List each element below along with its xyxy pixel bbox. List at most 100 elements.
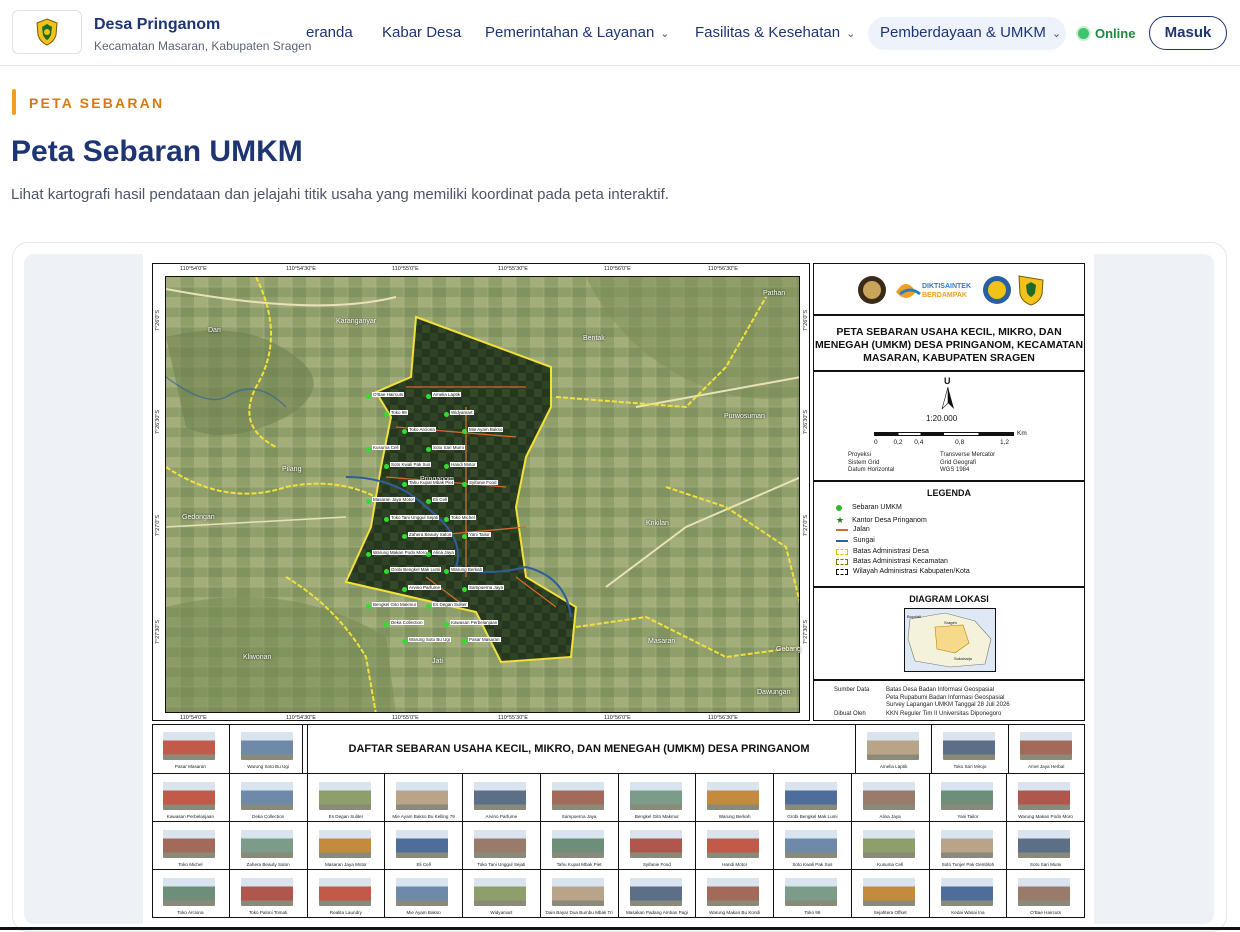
gallery-item: Toko Sari Mirojo: [932, 724, 1009, 774]
satellite-map-drawing: [166, 277, 799, 712]
umkm-photo-caption: Alina Jaya: [879, 814, 901, 819]
login-button[interactable]: Masuk: [1149, 16, 1227, 50]
umkm-point: [462, 534, 467, 539]
umkm-point: [384, 516, 389, 522]
brand-title[interactable]: Desa Pringanom: [94, 16, 220, 34]
map-title: PETA SEBARAN USAHA KECIL, MIKRO, DAN MEN…: [814, 326, 1084, 364]
nav-label: Pemberdayaan & UMKM: [880, 24, 1046, 41]
umkm-photo-caption: Soto Sari Mumi: [1029, 862, 1062, 867]
gallery-item: Kedai Wasai Ina: [929, 870, 1008, 918]
coord-top-label: 110°54'30"E: [286, 266, 316, 272]
umkm-point: [426, 604, 431, 609]
umkm-photo: [240, 782, 293, 810]
top-header: Desa Pringanom Kecamatan Masaran, Kabupa…: [0, 0, 1240, 66]
gallery-item: Sampoerna Jaya: [540, 774, 619, 822]
umkm-photo: [707, 878, 760, 906]
gallery-item: Soto Tunjer Pak Gembloh: [929, 822, 1008, 870]
umkm-photo-caption: Toko 98: [804, 910, 821, 915]
umkm-point: [366, 394, 371, 399]
coord-bottom-label: 110°54'0"E: [180, 715, 207, 721]
umkm-label: Pasar Masaran: [468, 637, 501, 642]
umkm-label: Tahu Kupat Mbak Piet: [408, 479, 455, 485]
gallery-item: Toko 98: [774, 870, 852, 918]
umkm-photo: [240, 878, 293, 906]
gallery-item: Tahu Kupat Mbak Piet: [540, 822, 619, 870]
gallery-item: Syifanie Food: [618, 822, 697, 870]
umkm-label: Deka Collection: [390, 619, 424, 625]
umkm-point: [426, 394, 431, 399]
umkm-photo-caption: Toko Michel: [178, 862, 203, 867]
map-place-label: Krikilan: [646, 520, 669, 527]
made-by: KKN Reguler Tim II Universitas Diponegor…: [886, 711, 1002, 717]
gallery-item: Eli Cell: [385, 822, 463, 870]
page-title: Peta Sebaran UMKM: [11, 135, 303, 168]
online-status: Online: [1078, 26, 1135, 41]
gallery-item: Soto Kwali Pak Sus: [774, 822, 852, 870]
umkm-photo: [163, 782, 215, 810]
gallery-item: Mie Ayam Bakso: [385, 870, 463, 918]
village-emblem-icon: [36, 18, 58, 46]
umkm-label: Masaran Jaya Motor: [372, 497, 416, 502]
scale-panel: U 1:20.000 0 0,2 0,4 0,8 1,2 Km Proyeksi…: [813, 371, 1085, 481]
inset-label: Sukoharjo: [954, 656, 973, 661]
umkm-label: Kusuma Cell: [372, 444, 400, 450]
umkm-point: [444, 464, 449, 469]
brand-subtitle: Kecamatan Masaran, Kabupaten Sragen: [94, 39, 312, 53]
coord-bottom-label: 110°54'30"E: [286, 715, 316, 721]
gallery-item: O'Bae Haircuts: [1007, 870, 1085, 918]
umkm-photo: [163, 732, 215, 760]
umkm-photo-caption: Mie Ayam Bakso: [406, 910, 441, 915]
umkm-photo: [396, 878, 449, 906]
gallery-item: Es Degan Suliter: [307, 774, 386, 822]
status-dot-icon: [1078, 28, 1089, 39]
gallery-item: Alina Jaya: [851, 774, 930, 822]
map-place-label: Kliwonan: [243, 654, 272, 661]
nav-fasilitas[interactable]: Fasilitas & Kesehatan ⌄: [695, 24, 855, 41]
umkm-label: Alina Jaya: [432, 549, 455, 555]
umkm-photo: [940, 782, 993, 810]
map-place-label: Gedongan: [182, 514, 215, 521]
umkm-point: [444, 621, 449, 627]
legend-item: Sungai: [836, 537, 875, 544]
umkm-label: Syifanie Food: [468, 479, 498, 485]
umkm-photo-caption: Sampoerna Jaya: [561, 814, 597, 819]
nav-beranda[interactable]: eranda: [306, 24, 353, 41]
umkm-label: Sampoerna Jaya: [468, 584, 505, 590]
umkm-point: [384, 411, 389, 417]
gallery-item: Toko Paloni Tomati: [229, 870, 308, 918]
umkm-photo: [785, 830, 837, 858]
map-place-label: Bentak: [583, 335, 605, 342]
umkm-point: [426, 446, 431, 452]
umkm-label: Amelia Laptik: [432, 392, 462, 397]
map-place-label: Dari: [208, 327, 221, 334]
coord-top-label: 110°56'0"E: [604, 266, 631, 272]
gallery-item: Kusuma Cell: [851, 822, 930, 870]
gallery-item: Masaran Jaya Motor: [307, 822, 386, 870]
umkm-photo-caption: Syifanie Food: [642, 862, 671, 867]
umkm-photo: [318, 830, 371, 858]
umkm-photo-caption: Soto Kwali Pak Sus: [792, 862, 833, 867]
coord-side-label: 7°27'0"S: [155, 515, 161, 537]
umkm-point: [366, 446, 371, 452]
gallery-item: Warung Makan Bu Kondi: [696, 870, 774, 918]
coord-top-label: 110°56'30"E: [708, 266, 738, 272]
umkm-photo: [1019, 732, 1072, 760]
nav-pemerintahan[interactable]: Pemerintahan & Layanan ⌄: [485, 24, 670, 41]
coord-side-label: 7°26'30"S: [155, 410, 161, 435]
nav-kabar-desa[interactable]: Kabar Desa: [382, 24, 461, 41]
umkm-photo: [862, 830, 915, 858]
gallery-item: Masakan Padang Amban Pagi: [618, 870, 697, 918]
scale-tick: 0: [874, 439, 878, 446]
umkm-photo-caption: Toko Sari Mirojo: [953, 764, 987, 769]
umkm-point: [462, 481, 467, 487]
umkm-photo-caption: Bengkel Gito Makmur: [634, 814, 679, 819]
village-logo[interactable]: [12, 10, 82, 54]
umkm-label: Grobi Bengkel Mak Lumi: [390, 567, 442, 572]
institution-logos: DIKTISAINTEK BERDAMPAK: [858, 275, 1044, 306]
gallery-item: Bengkel Gito Makmur: [618, 774, 697, 822]
source-panel: Sumber Data Batas Desa Badan Informasi G…: [813, 680, 1085, 721]
umkm-point: [402, 481, 407, 487]
inset-title: DIAGRAM LOKASI: [909, 594, 989, 604]
scale-tick: 1,2: [1000, 439, 1010, 446]
nav-pemberdayaan[interactable]: Pemberdayaan & UMKM ⌄: [880, 24, 1061, 41]
